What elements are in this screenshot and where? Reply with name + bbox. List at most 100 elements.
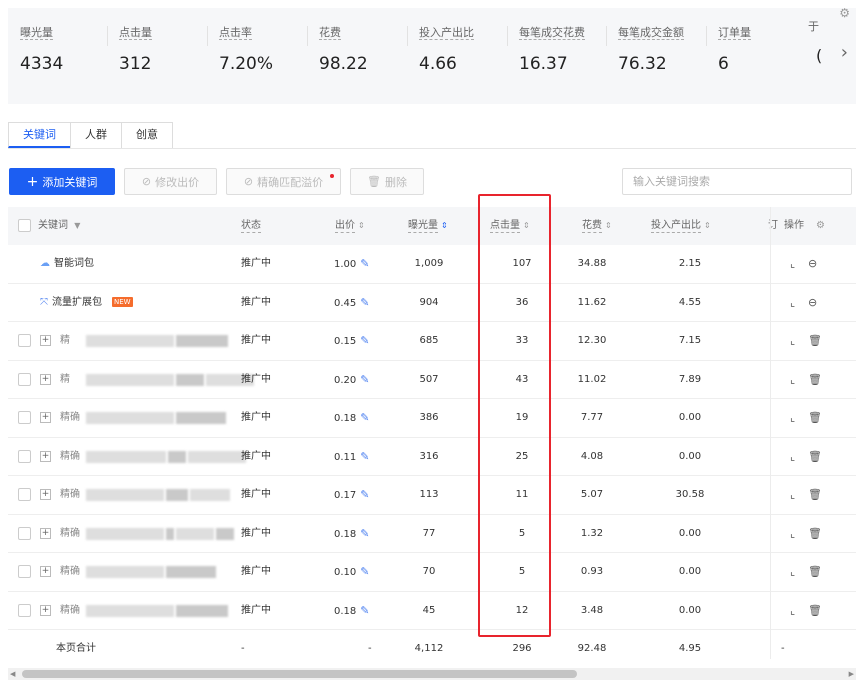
expand-row-icon[interactable]: + — [40, 489, 51, 500]
keyword-text: 精确 — [60, 527, 80, 539]
table-row[interactable]: + 精确 推广中 0.17 ✎ 113 11 5.07 30.58 ⌞ 🗑 — [8, 476, 856, 515]
edit-bid-icon[interactable]: ✎ — [360, 411, 369, 424]
table-row[interactable]: + 精推广中 0.20 ✎ 507 43 11.02 7.89 ⌞ 🗑 — [8, 361, 856, 399]
metrics-scroll-right-icon[interactable]: › — [841, 42, 848, 63]
table-row[interactable]: + 精确 推广中 0.11 ✎ 316 25 4.08 0.00 ⌞ 🗑 — [8, 438, 856, 476]
expand-row-icon[interactable]: + — [40, 566, 51, 577]
bid-value: 0.45 — [334, 297, 357, 309]
column-settings-gear-icon[interactable]: ⚙ — [816, 207, 825, 245]
tab-keywords[interactable]: 关键词 — [8, 122, 71, 148]
keyword-cell: ☁ 智能词包 — [40, 245, 94, 283]
plus-icon: + — [26, 173, 39, 190]
pause-icon[interactable]: ⊖ — [808, 245, 817, 283]
table-row[interactable]: ☁ 智能词包 推广中 1.00 ✎ 1,009 107 34.88 2.15 ⌞ ⊖ — [8, 245, 856, 284]
edit-bid-icon[interactable]: ✎ — [360, 334, 369, 347]
trend-chart-icon[interactable]: ⌞ — [790, 438, 795, 476]
trend-chart-icon[interactable]: ⌞ — [790, 361, 795, 399]
modify-bid-button[interactable]: ⊘ 修改出价 — [124, 168, 217, 195]
trend-chart-icon[interactable]: ⌞ — [790, 284, 795, 322]
edit-bid-icon[interactable]: ✎ — [360, 565, 369, 578]
edit-bid-icon[interactable]: ✎ — [360, 527, 369, 540]
filter-icon[interactable]: ▼ — [74, 221, 80, 230]
row-checkbox[interactable] — [18, 565, 31, 578]
row-checkbox[interactable] — [18, 488, 31, 501]
row-checkbox[interactable] — [18, 526, 31, 540]
edit-bid-icon[interactable]: ✎ — [360, 604, 369, 617]
bid-value: 0.17 — [334, 490, 357, 501]
edit-bid-icon[interactable]: ✎ — [360, 257, 369, 270]
table-row[interactable]: + 精确 推广中 0.18 ✎ 386 19 7.77 0.00 ⌞ 🗑 — [8, 399, 856, 438]
trash-icon[interactable]: 🗑 — [808, 592, 822, 630]
trend-chart-icon[interactable]: ⌞ — [790, 245, 795, 283]
status-cell: 推广中 — [241, 604, 271, 616]
exact-match-premium-button[interactable]: ⊘ 精确匹配溢价 — [226, 168, 341, 195]
expand-row-icon[interactable]: + — [40, 373, 51, 385]
metric-separator — [507, 26, 508, 46]
tab-creative[interactable]: 创意 — [121, 122, 173, 148]
status-cell: 推广中 — [241, 527, 271, 539]
bid-value: 0.10 — [334, 567, 357, 578]
bid-value: 0.18 — [334, 605, 357, 617]
trash-icon[interactable]: 🗑 — [808, 399, 822, 437]
scroll-left-icon[interactable]: ◀ — [10, 668, 15, 680]
col-roi[interactable]: 投入产出比 ⇕ — [651, 207, 711, 245]
scroll-right-icon[interactable]: ▶ — [849, 668, 854, 680]
table-row[interactable]: + 精确 推广中 0.18 ✎ 77 5 1.32 0.00 ⌞ 🗑 — [8, 515, 856, 553]
bid-cell: 0.18 ✎ — [334, 592, 369, 630]
select-all-checkbox[interactable] — [18, 219, 31, 232]
metric-label: 点击量 — [119, 26, 152, 40]
trash-icon[interactable]: 🗑 — [808, 553, 822, 591]
roi-cell: 0.00 — [678, 604, 702, 616]
trend-chart-icon[interactable]: ⌞ — [790, 322, 795, 360]
trash-icon[interactable]: 🗑 — [808, 361, 822, 399]
yen-circle-icon: ⊘ — [243, 175, 254, 188]
table-row[interactable]: + 精确 推广中 0.18 ✎ 45 12 3.48 0.00 ⌞ 🗑 — [8, 592, 856, 630]
horizontal-scrollbar[interactable]: ◀ ▶ — [8, 668, 856, 680]
trend-chart-icon[interactable]: ⌞ — [790, 592, 795, 630]
tab-audience[interactable]: 人群 — [70, 122, 122, 148]
table-row[interactable]: + 精推广中 0.15 ✎ 685 33 12.30 7.15 ⌞ 🗑 — [8, 322, 856, 361]
add-keyword-button[interactable]: + 添加关键词 — [9, 168, 115, 195]
metric-separator — [107, 26, 108, 46]
table-row[interactable]: ⤧ 流量扩展包 NEW 推广中 0.45 ✎ 904 36 11.62 4.55 ⌞ ⊖ — [8, 284, 856, 322]
pause-icon[interactable]: ⊖ — [808, 284, 817, 322]
keyword-search-input[interactable]: 输入关键词搜索 — [622, 168, 852, 195]
delete-button[interactable]: 🗑 删除 — [350, 168, 424, 195]
edit-bid-icon[interactable]: ✎ — [360, 373, 369, 386]
edit-bid-icon[interactable]: ✎ — [360, 488, 369, 501]
trash-icon[interactable]: 🗑 — [808, 322, 822, 360]
expand-row-icon[interactable]: + — [40, 412, 51, 423]
trash-icon[interactable]: 🗑 — [808, 438, 822, 476]
row-checkbox[interactable] — [18, 334, 31, 347]
metric-value: 98.22 — [319, 54, 368, 74]
row-checkbox[interactable] — [18, 411, 31, 424]
table-row[interactable]: + 精确 推广中 0.10 ✎ 70 5 0.93 0.00 ⌞ 🗑 — [8, 553, 856, 592]
trend-chart-icon[interactable]: ⌞ — [790, 476, 795, 514]
row-checkbox[interactable] — [18, 372, 31, 386]
trend-chart-icon[interactable]: ⌞ — [790, 515, 795, 553]
status-cell: 推广中 — [241, 335, 271, 346]
metrics-settings-gear-icon[interactable]: ⚙ — [839, 6, 850, 20]
keyword-text: 精确 — [60, 450, 80, 462]
status-cell: 推广中 — [241, 489, 271, 500]
row-checkbox[interactable] — [18, 603, 31, 617]
row-checkbox[interactable] — [18, 449, 31, 463]
col-bid[interactable]: 出价 ⇕ — [335, 207, 365, 245]
scrollbar-thumb[interactable] — [22, 670, 577, 678]
expand-row-icon[interactable]: + — [40, 527, 51, 539]
expand-row-icon[interactable]: + — [40, 450, 51, 462]
bid-value: 0.18 — [334, 413, 357, 424]
expand-row-icon[interactable]: + — [40, 335, 51, 346]
redacted-keyword-block — [166, 489, 188, 501]
trend-chart-icon[interactable]: ⌞ — [790, 553, 795, 591]
col-cost[interactable]: 花费 ⇕ — [582, 207, 612, 245]
edit-bid-icon[interactable]: ✎ — [360, 296, 369, 309]
keyword-text: 精确 — [60, 412, 80, 423]
trend-chart-icon[interactable]: ⌞ — [790, 399, 795, 437]
col-impressions[interactable]: 曝光量 ⇕ — [408, 207, 448, 245]
expand-row-icon[interactable]: + — [40, 604, 51, 616]
edit-bid-icon[interactable]: ✎ — [360, 450, 369, 463]
trash-icon[interactable]: 🗑 — [808, 515, 822, 553]
trash-icon[interactable]: 🗑 — [808, 476, 822, 514]
col-bid-label: 出价 — [335, 220, 355, 233]
